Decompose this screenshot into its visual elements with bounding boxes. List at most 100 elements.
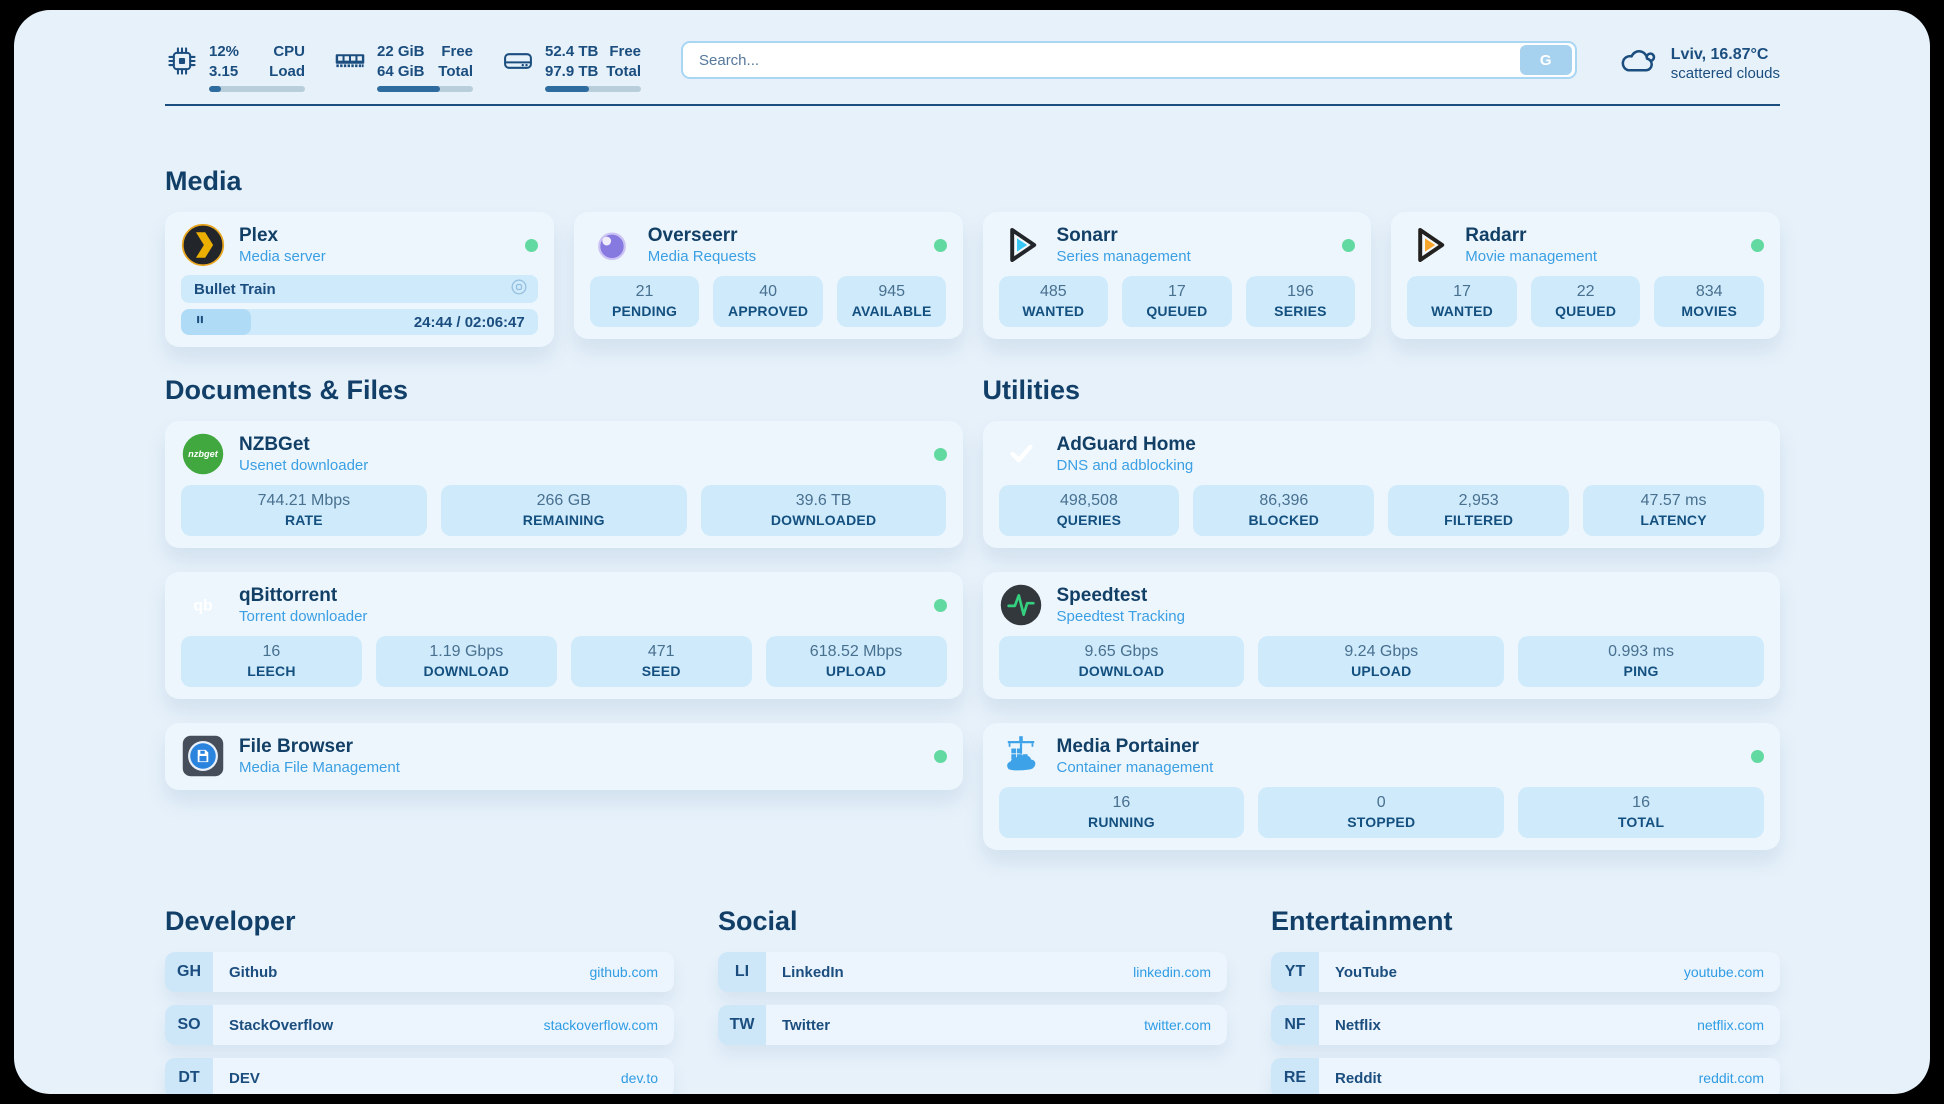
playback-progress-bar[interactable]: 24:44 / 02:06:47 [181, 309, 538, 335]
app-name: qBittorrent [239, 585, 367, 607]
app-icon [999, 734, 1043, 778]
now-playing-title: Bullet Train [194, 281, 276, 298]
app-card-nzbget[interactable]: nzbget NZBGet Usenet downloader 744.21 M… [165, 421, 963, 548]
status-dot [1751, 239, 1764, 252]
app-subtitle: Media File Management [239, 759, 400, 776]
stat-label: DOWNLOAD [1003, 663, 1241, 679]
status-dot [934, 599, 947, 612]
stat-value: 945 [841, 283, 943, 301]
app-subtitle: Media server [239, 248, 326, 265]
app-card-file-browser[interactable]: File Browser Media File Management [165, 723, 963, 790]
cpu-usage-bar [209, 86, 305, 92]
app-name: Media Portainer [1057, 736, 1214, 758]
overseerr-icon [590, 223, 634, 267]
section-title-utilities: Utilities [983, 375, 1781, 406]
disk-free-value: 52.4 TB [545, 42, 598, 62]
link-item-youtube[interactable]: YT YouTube youtube.com [1271, 952, 1780, 992]
stat-label: PING [1522, 663, 1760, 679]
stat-box: 17 QUEUED [1122, 276, 1232, 327]
app-stats: 485 WANTED 17 QUEUED 196 SERIES [999, 276, 1356, 327]
stat-label: REMAINING [445, 512, 683, 528]
stat-box: 485 WANTED [999, 276, 1109, 327]
link-name: StackOverflow [229, 1017, 333, 1034]
app-card-radarr[interactable]: Radarr Movie management 17 WANTED 22 QUE… [1391, 212, 1780, 339]
app-card-media-portainer[interactable]: Media Portainer Container management 16 … [983, 723, 1781, 850]
section-title-documents: Documents & Files [165, 375, 963, 406]
app-icon: nzbget [181, 432, 225, 476]
stat-box: 39.6 TB DOWNLOADED [701, 485, 947, 536]
link-section-title: Developer [165, 906, 674, 937]
ram-total-label: Total [438, 62, 473, 82]
status-dot [934, 448, 947, 461]
app-stats: 498,508 QUERIES 86,396 BLOCKED 2,953 FIL… [999, 485, 1765, 536]
stat-value: 16 [1522, 794, 1760, 812]
stat-value: 16 [1003, 794, 1241, 812]
stat-value: 17 [1411, 283, 1513, 301]
stat-label: DOWNLOADED [705, 512, 943, 528]
link-name: DEV [229, 1070, 260, 1087]
disk-total-value: 97.9 TB [545, 62, 598, 82]
filebrowser-icon [181, 734, 225, 778]
link-item-dev[interactable]: DT DEV dev.to [165, 1058, 674, 1094]
plex-icon [181, 223, 225, 267]
app-subtitle: Speedtest Tracking [1057, 608, 1185, 625]
link-section-entertainment: Entertainment YT YouTube youtube.com NF … [1271, 906, 1780, 1094]
stat-box: 16 TOTAL [1518, 787, 1764, 838]
ram-free-value: 22 GiB [377, 42, 425, 62]
app-name: NZBGet [239, 434, 368, 456]
link-item-stackoverflow[interactable]: SO StackOverflow stackoverflow.com [165, 1005, 674, 1045]
link-badge: LI [718, 952, 766, 992]
stat-label: RATE [185, 512, 423, 528]
app-card-plex[interactable]: Plex Media server Bullet Train 24:44 / 0… [165, 212, 554, 347]
app-stats: 9.65 Gbps DOWNLOAD 9.24 Gbps UPLOAD 0.99… [999, 636, 1765, 687]
link-item-github[interactable]: GH Github github.com [165, 952, 674, 992]
app-stats: 744.21 Mbps RATE 266 GB REMAINING 39.6 T… [181, 485, 947, 536]
section-utilities: Utilities AdGuard Home DNS and adblockin… [983, 375, 1781, 850]
stat-box: 86,396 BLOCKED [1193, 485, 1374, 536]
link-item-linkedin[interactable]: LI LinkedIn linkedin.com [718, 952, 1227, 992]
link-url: netflix.com [1697, 1017, 1764, 1033]
stat-box: 1.19 Gbps DOWNLOAD [376, 636, 557, 687]
link-item-twitter[interactable]: TW Twitter twitter.com [718, 1005, 1227, 1045]
stat-label: TOTAL [1522, 814, 1760, 830]
search-input[interactable] [681, 41, 1577, 79]
stat-label: STOPPED [1262, 814, 1500, 830]
cpu-load-value: 3.15 [209, 62, 238, 82]
app-icon [999, 583, 1043, 627]
link-section-developer: Developer GH Github github.com SO StackO… [165, 906, 674, 1094]
stat-label: RUNNING [1003, 814, 1241, 830]
disk-total-label: Total [606, 62, 641, 82]
stat-label: SEED [575, 663, 748, 679]
app-name: Sonarr [1057, 225, 1191, 247]
stat-box: 22 QUEUED [1531, 276, 1641, 327]
app-card-sonarr[interactable]: Sonarr Series management 485 WANTED 17 Q… [983, 212, 1372, 339]
link-url: linkedin.com [1133, 964, 1211, 980]
app-subtitle: Media Requests [648, 248, 756, 265]
link-badge: RE [1271, 1058, 1319, 1094]
weather-location-temp: Lviv, 16.87°C [1671, 46, 1780, 64]
stat-value: 498,508 [1003, 492, 1176, 510]
stat-value: 22 [1535, 283, 1637, 301]
app-stats: 16 RUNNING 0 STOPPED 16 TOTAL [999, 787, 1765, 838]
stat-value: 2,953 [1392, 492, 1565, 510]
cloud-icon [1617, 69, 1659, 86]
app-subtitle: DNS and adblocking [1057, 457, 1196, 474]
playback-time: 24:44 / 02:06:47 [414, 314, 525, 331]
stat-label: UPLOAD [1262, 663, 1500, 679]
link-item-reddit[interactable]: RE Reddit reddit.com [1271, 1058, 1780, 1094]
app-card-speedtest[interactable]: Speedtest Speedtest Tracking 9.65 Gbps D… [983, 572, 1781, 699]
app-card-adguard-home[interactable]: AdGuard Home DNS and adblocking 498,508 … [983, 421, 1781, 548]
app-card-qbittorrent[interactable]: qb qBittorrent Torrent downloader 16 LEE… [165, 572, 963, 699]
cpu-label: CPU [273, 42, 305, 62]
link-name: Twitter [782, 1017, 830, 1034]
stat-value: 266 GB [445, 492, 683, 510]
link-name: YouTube [1335, 964, 1397, 981]
status-dot [934, 239, 947, 252]
link-section-social: Social LI LinkedIn linkedin.com TW Twitt… [718, 906, 1227, 1094]
stat-label: QUEUED [1126, 303, 1228, 319]
app-card-overseerr[interactable]: Overseerr Media Requests 21 PENDING 40 A… [574, 212, 963, 339]
link-item-netflix[interactable]: NF Netflix netflix.com [1271, 1005, 1780, 1045]
search-engine-button[interactable]: G [1520, 45, 1572, 75]
app-icon [181, 223, 225, 267]
stat-label: LEECH [185, 663, 358, 679]
